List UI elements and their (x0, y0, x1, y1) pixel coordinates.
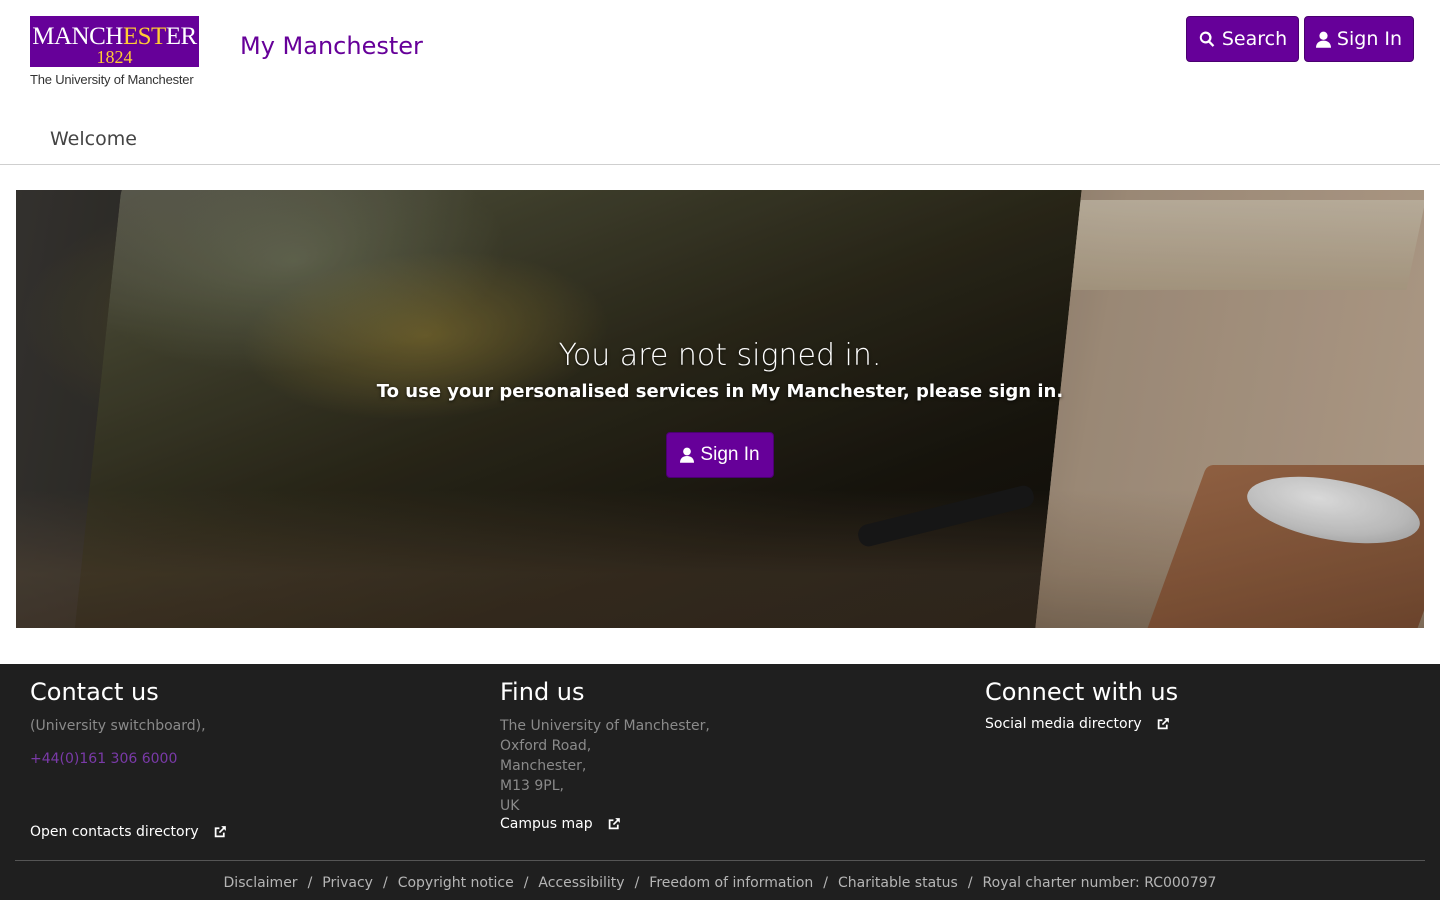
legal-link-charitable-status[interactable]: Charitable status (838, 875, 958, 891)
hero-sign-in-button[interactable]: Sign In (666, 432, 774, 478)
user-icon (1315, 31, 1331, 48)
switchboard-phone-link[interactable]: +44(0)161 306 6000 (30, 751, 206, 767)
search-button-label: Search (1221, 28, 1288, 50)
hero-subtitle: To use your personalised services in My … (376, 381, 1064, 402)
logo-text-b: EST (122, 23, 166, 50)
legal-royal-charter: Royal charter number: RC000797 (982, 875, 1217, 891)
logo-wordmark: MANCHESTER 1824 (30, 16, 199, 67)
search-button[interactable]: Search (1186, 16, 1299, 62)
header-sign-in-label: Sign In (1336, 28, 1403, 50)
logo-text-c: ER (165, 23, 197, 50)
legal-separator: / (823, 875, 829, 891)
legal-link-accessibility[interactable]: Accessibility (538, 875, 624, 891)
footer-connect-section: Connect with us Social media directory (985, 678, 1178, 732)
external-link-icon (214, 826, 226, 838)
open-contacts-directory-link[interactable]: Open contacts directory (30, 824, 227, 840)
address-line: UK (500, 798, 520, 814)
legal-link-disclaimer[interactable]: Disclaimer (224, 875, 298, 891)
footer-divider (15, 860, 1425, 861)
legal-separator: / (634, 875, 640, 891)
logo-year: 1824 (96, 47, 133, 67)
footer-find-section: Find us The University of Manchester, Ox… (500, 678, 710, 832)
header-sign-in-button[interactable]: Sign In (1304, 16, 1414, 62)
site-header: MANCHESTER 1824 The University of Manche… (0, 0, 1440, 165)
legal-links: Disclaimer / Privacy / Copyright notice / Acce… (0, 875, 1440, 891)
social-media-directory-label: Social media directory (985, 716, 1142, 732)
address-line: Manchester, (500, 758, 587, 774)
address-line: Oxford Road, (500, 738, 592, 754)
logo-subtitle: The University of Manchester (30, 72, 194, 87)
legal-link-copyright[interactable]: Copyright notice (398, 875, 514, 891)
legal-separator: / (523, 875, 529, 891)
contact-heading: Contact us (30, 678, 159, 706)
external-link-icon (1157, 718, 1169, 730)
footer-contact-section: Contact us (University switchboard), +44… (30, 678, 226, 840)
address-line: M13 9PL, (500, 778, 564, 794)
legal-link-foi[interactable]: Freedom of information (649, 875, 813, 891)
address-line: The University of Manchester, (500, 718, 710, 734)
legal-link-privacy[interactable]: Privacy (322, 875, 373, 891)
search-icon (1199, 31, 1215, 47)
hero-overlay (16, 190, 1424, 628)
legal-separator: / (967, 875, 973, 891)
hero-title: You are not signed in. (558, 338, 882, 373)
site-title[interactable]: My Manchester (240, 32, 423, 60)
logo-text-a: MANCH (32, 23, 123, 50)
switchboard-label: (University switchboard), (30, 718, 206, 734)
hero-banner: You are not signed in. To use your perso… (16, 190, 1424, 628)
connect-heading: Connect with us (985, 678, 1179, 706)
external-link-icon (608, 818, 620, 830)
legal-separator: / (307, 875, 313, 891)
nav-tab-welcome[interactable]: Welcome (50, 128, 137, 150)
user-icon (680, 447, 695, 463)
campus-map-label: Campus map (500, 816, 593, 832)
find-heading: Find us (500, 678, 585, 706)
university-logo[interactable]: MANCHESTER 1824 The University of Manche… (30, 16, 200, 88)
campus-map-link[interactable]: Campus map (500, 816, 710, 832)
site-footer: Contact us (University switchboard), +44… (0, 664, 1440, 900)
open-contacts-directory-label: Open contacts directory (30, 824, 199, 840)
legal-separator: / (382, 875, 388, 891)
hero-sign-in-label: Sign In (700, 444, 760, 465)
social-media-directory-link[interactable]: Social media directory (985, 716, 1178, 732)
